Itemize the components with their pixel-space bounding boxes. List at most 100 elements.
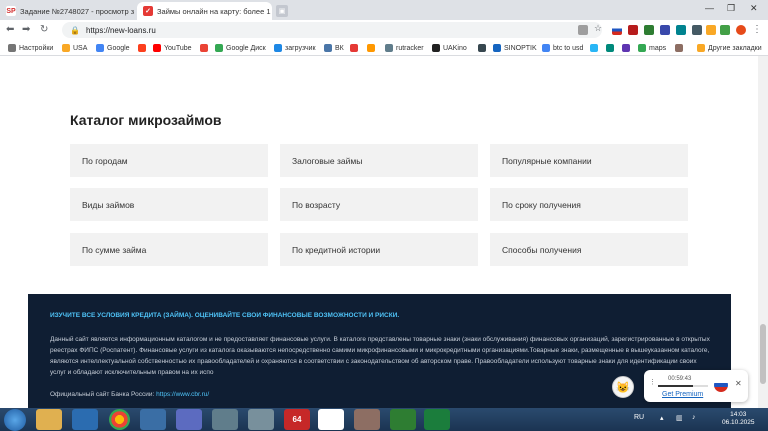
app-icon[interactable] (140, 409, 166, 430)
extension-icon[interactable] (628, 25, 638, 35)
cbr-link[interactable]: https://www.cbr.ru/ (156, 391, 209, 398)
chrome-icon[interactable] (109, 409, 130, 430)
gmail-icon (200, 44, 208, 52)
bookmark-uakino[interactable]: UAKino (432, 42, 467, 54)
extension-icon[interactable] (706, 25, 716, 35)
uakino-icon (432, 44, 440, 52)
scrollbar-thumb[interactable] (760, 324, 766, 384)
catalog-item[interactable]: По сроку получения (490, 188, 688, 221)
scrollbar[interactable] (758, 56, 768, 408)
bookmark-settings[interactable]: Настройки (8, 42, 53, 54)
extension-icon[interactable] (692, 25, 702, 35)
bookmark-yandex[interactable] (138, 42, 149, 54)
explorer-icon[interactable] (36, 409, 62, 430)
bookmark-sinoptik[interactable]: SINOPTIK (493, 42, 537, 54)
menu-icon[interactable]: ⋮ (752, 24, 762, 35)
app-icon[interactable] (390, 409, 416, 430)
lock-icon: 🔒 (70, 25, 80, 35)
maximize-icon[interactable]: ❐ (727, 3, 735, 14)
bookmark-ext[interactable] (367, 42, 378, 54)
more-icon[interactable]: ⋮ (649, 378, 656, 386)
taskbar: 64 RU ▴ ▥ ♪ 14:03 06.10.2025 (0, 408, 768, 431)
catalog-item[interactable]: По городам (70, 144, 268, 177)
app-icon[interactable] (72, 409, 98, 430)
cbr-label: Официальный сайт Банка России: (50, 391, 155, 398)
bookmark-google[interactable]: Google (96, 42, 130, 54)
tray-expand-icon[interactable]: ▴ (660, 414, 664, 422)
close-icon[interactable]: ✕ (271, 7, 272, 16)
bookmark-other[interactable]: Другие закладки (697, 42, 762, 54)
puzzle-icon[interactable] (720, 25, 730, 35)
bookmark-ext[interactable] (622, 42, 633, 54)
catalog-item[interactable]: Виды займов (70, 188, 268, 221)
close-icon[interactable]: ✕ (735, 379, 742, 388)
clock[interactable]: 14:03 06.10.2025 (722, 411, 755, 427)
bookmark-icon (606, 44, 614, 52)
bookmark-btc[interactable]: btc to usd (542, 42, 583, 54)
share-icon[interactable] (578, 25, 588, 35)
tab-loans[interactable]: ✓ Займы онлайн на карту: более 1 ✕ (137, 2, 272, 20)
excel-icon[interactable] (424, 409, 450, 430)
bookmark-downloader[interactable]: загрузчик (274, 42, 316, 54)
catalog-item[interactable]: Залоговые займы (280, 144, 478, 177)
app-icon[interactable] (248, 409, 274, 430)
catalog-item[interactable]: Способы получения (490, 233, 688, 266)
catalog-title: Каталог микрозаймов (70, 112, 222, 128)
bookmark-ext[interactable] (478, 42, 489, 54)
tab-favicon: SP (6, 6, 16, 16)
get-premium-link[interactable]: Get Premium (662, 391, 703, 398)
google-icon (542, 44, 550, 52)
reload-icon[interactable]: ↻ (40, 24, 48, 35)
vpn-widget: ⋮ 00:59:43 Get Premium ✕ (644, 370, 748, 402)
bookmark-vk[interactable]: ВК (324, 42, 344, 54)
catalog-item[interactable]: По сумме займа (70, 233, 268, 266)
bookmark-ext[interactable] (350, 42, 361, 54)
extension-icon[interactable] (676, 25, 686, 35)
app-icon[interactable] (212, 409, 238, 430)
network-icon[interactable]: ▥ (676, 414, 683, 422)
bookmark-maps[interactable]: maps (638, 42, 666, 54)
russia-flag-icon[interactable] (714, 378, 728, 392)
catalog-item[interactable]: Популярные компании (490, 144, 688, 177)
start-button[interactable] (4, 409, 26, 431)
omnibox[interactable]: 🔒 https://new-loans.ru (62, 22, 602, 38)
back-icon[interactable]: ⬅ (6, 24, 14, 35)
bookmark-usa[interactable]: USA (62, 42, 87, 54)
new-tab-icon[interactable]: ▣ (276, 5, 288, 17)
extension-icon[interactable] (644, 25, 654, 35)
vpn-mascot-icon[interactable]: 😺 (612, 376, 634, 398)
language-indicator[interactable]: RU (634, 414, 644, 421)
bookmark-rutracker[interactable]: rutracker (385, 42, 424, 54)
extension-icon[interactable] (612, 25, 622, 35)
minimize-icon[interactable]: — (705, 3, 714, 13)
app-icon[interactable] (354, 409, 380, 430)
page-content: Каталог микрозаймов По городам Залоговые… (0, 56, 758, 408)
catalog-item[interactable]: По кредитной истории (280, 233, 478, 266)
bookmark-google-drive[interactable]: Google Диск (215, 42, 266, 54)
aida64-icon[interactable]: 64 (284, 409, 310, 430)
tab-title: Займы онлайн на карту: более 1 (157, 6, 271, 16)
clock-time: 14:03 (730, 411, 747, 418)
vpn-timer: 00:59:43 (668, 376, 692, 382)
volume-icon[interactable]: ♪ (692, 414, 696, 421)
folder-icon (697, 44, 705, 52)
tab-task[interactable]: SP Задание №2748027 - просмотр з ✕ (0, 2, 135, 20)
bookmark-youtube[interactable]: YouTube (153, 42, 192, 54)
yandex-icon (138, 44, 146, 52)
folder-icon (62, 44, 70, 52)
app-icon[interactable] (176, 409, 202, 430)
star-icon[interactable]: ☆ (594, 23, 604, 33)
forward-icon[interactable]: ➡ (22, 24, 30, 35)
extension-icon[interactable] (660, 25, 670, 35)
bookmark-ext[interactable] (675, 42, 686, 54)
app-icon[interactable] (318, 409, 344, 430)
bookmark-ext[interactable] (590, 42, 601, 54)
bookmark-ext[interactable] (606, 42, 617, 54)
maps-icon (638, 44, 646, 52)
catalog-item[interactable]: По возрасту (280, 188, 478, 221)
avatar[interactable] (736, 25, 746, 35)
bookmark-gmail[interactable] (200, 42, 211, 54)
close-icon[interactable]: ✕ (134, 7, 135, 16)
close-window-icon[interactable]: ✕ (750, 3, 758, 14)
bookmark-icon (590, 44, 598, 52)
